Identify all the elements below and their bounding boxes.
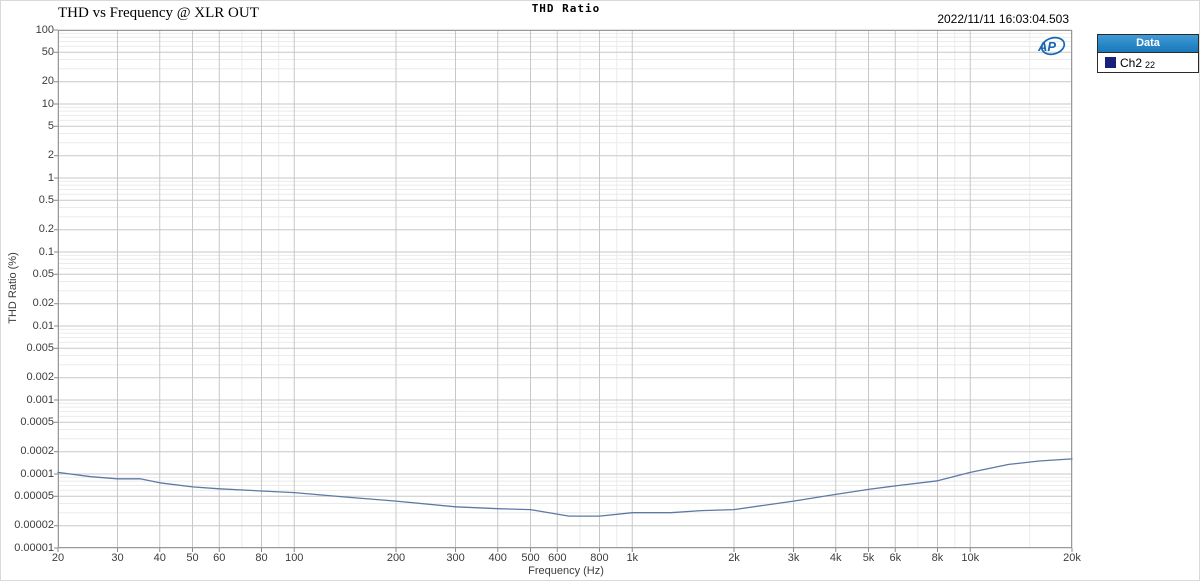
measurement-window: THD vs Frequency @ XLR OUT THD Ratio 202… xyxy=(0,0,1200,581)
y-axis-title: THD Ratio (%) xyxy=(7,252,19,324)
x-tick-label: 10k xyxy=(961,552,980,564)
x-tick-label: 80 xyxy=(255,552,268,564)
chart-title: THD Ratio xyxy=(531,2,601,15)
legend-entry-number: 22 xyxy=(1145,59,1156,70)
plot-border xyxy=(58,30,1072,548)
y-tick-label: 0.1 xyxy=(38,245,54,258)
x-tick-label: 40 xyxy=(153,552,166,564)
y-tick-label: 10 xyxy=(41,97,54,110)
chart-subtitle: THD vs Frequency @ XLR OUT xyxy=(58,5,259,21)
x-tick-label: 2k xyxy=(728,552,740,564)
legend: Data Ch2 22 xyxy=(1097,34,1199,73)
x-tick-label: 5k xyxy=(862,552,875,564)
y-tick-label: 0.002 xyxy=(26,371,54,384)
ap-logo: AP xyxy=(1032,34,1068,58)
x-tick-label: 100 xyxy=(285,552,304,564)
x-tick-label: 20 xyxy=(51,552,65,564)
timestamp: 2022/11/11 16:03:04.503 xyxy=(937,12,1069,26)
x-tick-label: 50 xyxy=(186,552,199,564)
x-tick-label: 400 xyxy=(488,552,507,564)
y-tick-label: 0.00005 xyxy=(14,489,54,502)
x-tick-label: 60 xyxy=(213,552,226,564)
y-tick-label: 0.0001 xyxy=(20,467,54,480)
y-tick-label: 0.00002 xyxy=(14,519,54,532)
ap-logo-text: AP xyxy=(1037,39,1056,54)
x-tick-label: 4k xyxy=(829,552,842,564)
x-tick-label: 30 xyxy=(111,552,124,564)
series-trace-ch2-22 xyxy=(57,458,1073,517)
y-tick-label: 0.05 xyxy=(32,267,54,280)
y-tick-label: 0.0005 xyxy=(20,415,54,428)
x-tick-label: 500 xyxy=(521,552,540,564)
y-tick-label: 0.02 xyxy=(32,297,54,310)
x-tick-label: 200 xyxy=(386,552,406,564)
legend-header: Data xyxy=(1098,35,1198,53)
x-tick-label: 1k xyxy=(626,552,639,564)
chart-area: THD vs Frequency @ XLR OUT THD Ratio 202… xyxy=(1,1,1199,580)
y-tick-label: 100 xyxy=(35,23,54,36)
y-tick-label: 0.01 xyxy=(32,319,54,332)
x-tick-label: 20k xyxy=(1063,552,1081,564)
y-tick-label: 0.2 xyxy=(38,223,54,236)
y-tick-label: 0.00001 xyxy=(14,541,54,554)
y-tick-label: 0.001 xyxy=(26,393,54,406)
plot-canvas[interactable] xyxy=(54,29,1073,552)
y-tick-label: 0.0002 xyxy=(20,445,54,458)
x-tick-label: 600 xyxy=(548,552,567,564)
series-swatch-icon xyxy=(1105,57,1116,68)
x-tick-label: 3k xyxy=(787,552,800,564)
legend-entry-label: Ch2 xyxy=(1120,55,1143,70)
x-tick-label: 800 xyxy=(590,552,609,564)
y-tick-label: 50 xyxy=(41,45,54,58)
x-tick-label: 6k xyxy=(889,552,902,564)
y-tick-label: 0.5 xyxy=(38,193,54,206)
y-tick-label: 0.005 xyxy=(26,341,54,354)
y-tick-label: 5 xyxy=(47,119,54,132)
x-tick-label: 300 xyxy=(446,552,465,564)
y-tick-label: 20 xyxy=(41,75,54,88)
y-tick-label: 1 xyxy=(47,171,54,184)
legend-entry[interactable]: Ch2 22 xyxy=(1098,53,1198,72)
x-tick-label: 8k xyxy=(931,552,944,564)
y-tick-label: 2 xyxy=(47,149,54,162)
x-axis-title: Frequency (Hz) xyxy=(528,565,604,577)
